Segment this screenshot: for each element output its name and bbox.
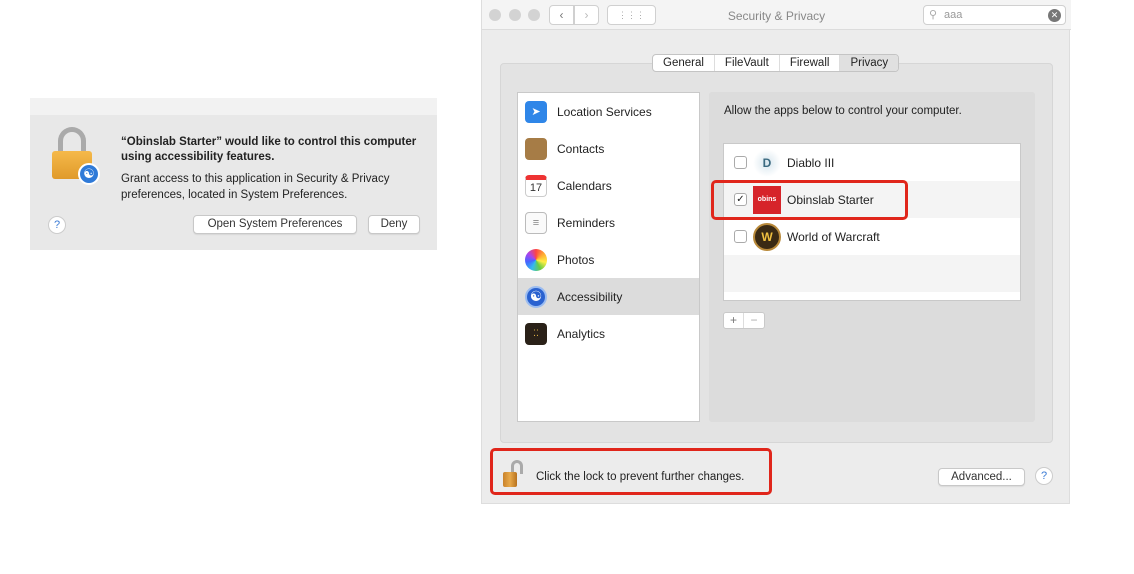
sidebar-item-label: Reminders [557, 215, 616, 230]
search-input[interactable]: aaa [944, 9, 962, 21]
dialog-message: Grant access to this application in Secu… [121, 173, 390, 201]
tab-bar: General FileVault Firewall Privacy [652, 54, 900, 72]
clear-search-icon[interactable]: ✕ [1048, 9, 1061, 22]
accessibility-request-dialog: ☯ “Obinslab Starter” would like to contr… [30, 98, 437, 250]
sidebar-item-label: Photos [557, 252, 595, 267]
tab-firewall[interactable]: Firewall [780, 55, 841, 71]
analytics-icon: ⁚⁚ [525, 322, 547, 345]
app-checkbox[interactable] [734, 156, 747, 169]
app-checkbox[interactable] [734, 230, 747, 243]
sidebar-item-accessibility[interactable]: ☯ Accessibility [518, 278, 699, 315]
app-name: World of Warcraft [787, 229, 880, 244]
add-app-button[interactable]: + [724, 313, 744, 328]
advanced-button[interactable]: Advanced... [938, 468, 1025, 486]
tab-privacy[interactable]: Privacy [840, 55, 899, 71]
search-icon: ⚲ [929, 9, 938, 21]
privacy-category-list: ➤ Location Services Contacts 17 Calendar… [517, 92, 700, 422]
highlight-lock-area [490, 448, 772, 495]
sidebar-item-analytics[interactable]: ⁚⁚ Analytics [518, 315, 699, 352]
tab-general[interactable]: General [653, 55, 715, 71]
app-row-diablo[interactable]: D Diablo III [724, 144, 1020, 181]
app-name: Diablo III [787, 155, 835, 170]
app-list: D Diablo III ✓ obins Obinslab Starter W … [723, 143, 1021, 301]
search-field[interactable]: ⚲ aaa ✕ [923, 5, 1066, 25]
sidebar-item-photos[interactable]: Photos [518, 241, 699, 278]
location-arrow-icon: ➤ [525, 100, 547, 123]
app-row-warcraft[interactable]: W World of Warcraft [724, 218, 1020, 255]
dialog-help-button[interactable]: ? [48, 216, 66, 234]
sidebar-item-label: Location Services [557, 104, 652, 119]
dialog-title: “Obinslab Starter” would like to control… [121, 136, 417, 163]
empty-row [724, 255, 1020, 292]
security-privacy-window: ‹ › ⋮⋮⋮ Security & Privacy ⚲ aaa ✕ Gener… [481, 0, 1071, 504]
sidebar-item-label: Calendars [557, 178, 612, 193]
reminders-icon: ≡ [525, 211, 547, 234]
help-button[interactable]: ? [1035, 467, 1053, 485]
sidebar-item-contacts[interactable]: Contacts [518, 130, 699, 167]
add-remove-controls: + − [723, 312, 765, 329]
deny-button[interactable]: Deny [368, 215, 420, 234]
instruction-text: Allow the apps below to control your com… [724, 105, 962, 117]
contacts-book-icon [525, 137, 547, 160]
sidebar-item-label: Contacts [557, 141, 605, 156]
sidebar-item-label: Analytics [557, 326, 606, 341]
calendar-icon: 17 [525, 174, 547, 197]
accessibility-icon: ☯ [525, 285, 547, 308]
sidebar-item-calendars[interactable]: 17 Calendars [518, 167, 699, 204]
title-bar: ‹ › ⋮⋮⋮ Security & Privacy ⚲ aaa ✕ [482, 0, 1071, 30]
highlight-obinslab-row [711, 180, 908, 220]
tab-filevault[interactable]: FileVault [715, 55, 780, 71]
lock-accessibility-icon: ☯ [52, 127, 102, 189]
warcraft-icon: W [753, 222, 781, 251]
diablo-icon: D [753, 148, 781, 177]
sidebar-item-location-services[interactable]: ➤ Location Services [518, 93, 699, 130]
photos-icon [525, 248, 547, 271]
remove-app-button[interactable]: − [744, 313, 764, 328]
accessibility-panel: Allow the apps below to control your com… [709, 92, 1035, 422]
open-system-preferences-button[interactable]: Open System Preferences [193, 215, 357, 234]
sidebar-item-label: Accessibility [557, 289, 623, 304]
sidebar-item-reminders[interactable]: ≡ Reminders [518, 204, 699, 241]
